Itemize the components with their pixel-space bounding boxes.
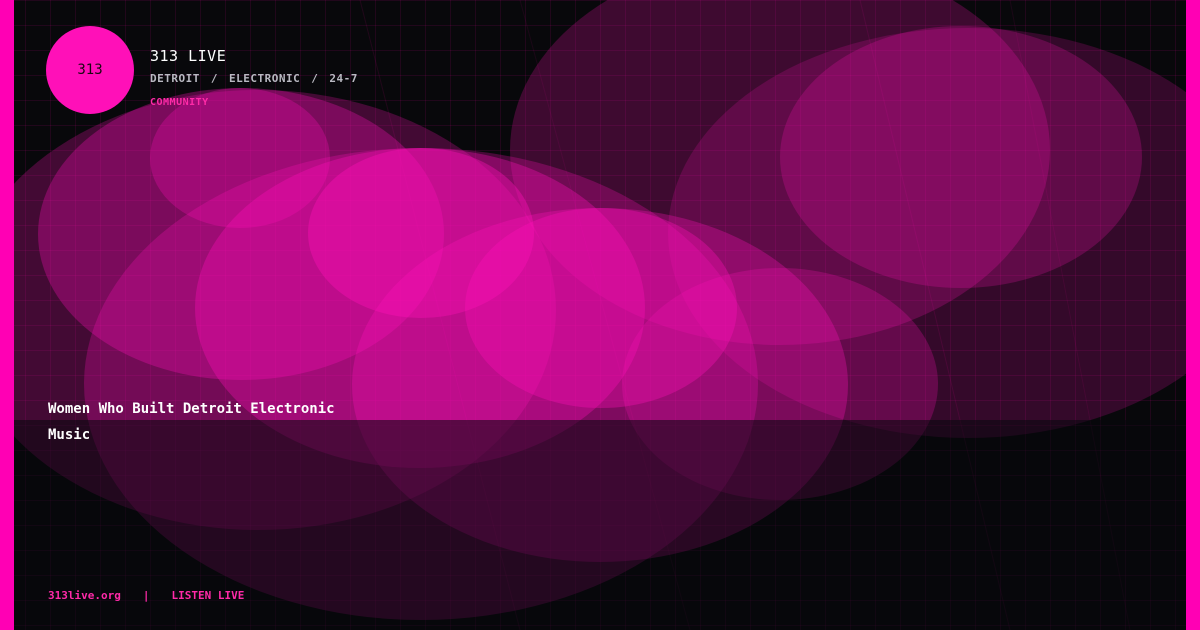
- tagline-genre: ELECTRONIC: [228, 72, 301, 85]
- tagline-schedule: 24-7: [329, 72, 358, 85]
- tagline-separator: /: [210, 72, 218, 85]
- station-logo: 313: [46, 26, 134, 114]
- station-name: 313 LIVE: [150, 47, 227, 65]
- footer: 313live.org | LISTEN LIVE: [48, 589, 244, 602]
- listen-live-link[interactable]: LISTEN LIVE: [171, 589, 244, 602]
- left-accent-bar: [0, 0, 14, 630]
- article-headline[interactable]: Women Who Built Detroit Electronic Music: [48, 396, 378, 448]
- right-accent-bar: [1186, 0, 1200, 630]
- site-link[interactable]: 313live.org: [48, 589, 121, 602]
- tagline-separator: /: [311, 72, 319, 85]
- tagline-city: DETROIT: [150, 72, 200, 85]
- logo-text: 313: [77, 62, 103, 78]
- tagline: DETROIT / ELECTRONIC / 24-7: [150, 72, 358, 85]
- blob: [780, 26, 1142, 288]
- footer-divider: |: [142, 589, 150, 602]
- header: 313 LIVE DETROIT / ELECTRONIC / 24-7 COM…: [150, 46, 358, 108]
- share-card: 313 313 LIVE DETROIT / ELECTRONIC / 24-7…: [0, 0, 1200, 630]
- category-label: COMMUNITY: [150, 97, 209, 108]
